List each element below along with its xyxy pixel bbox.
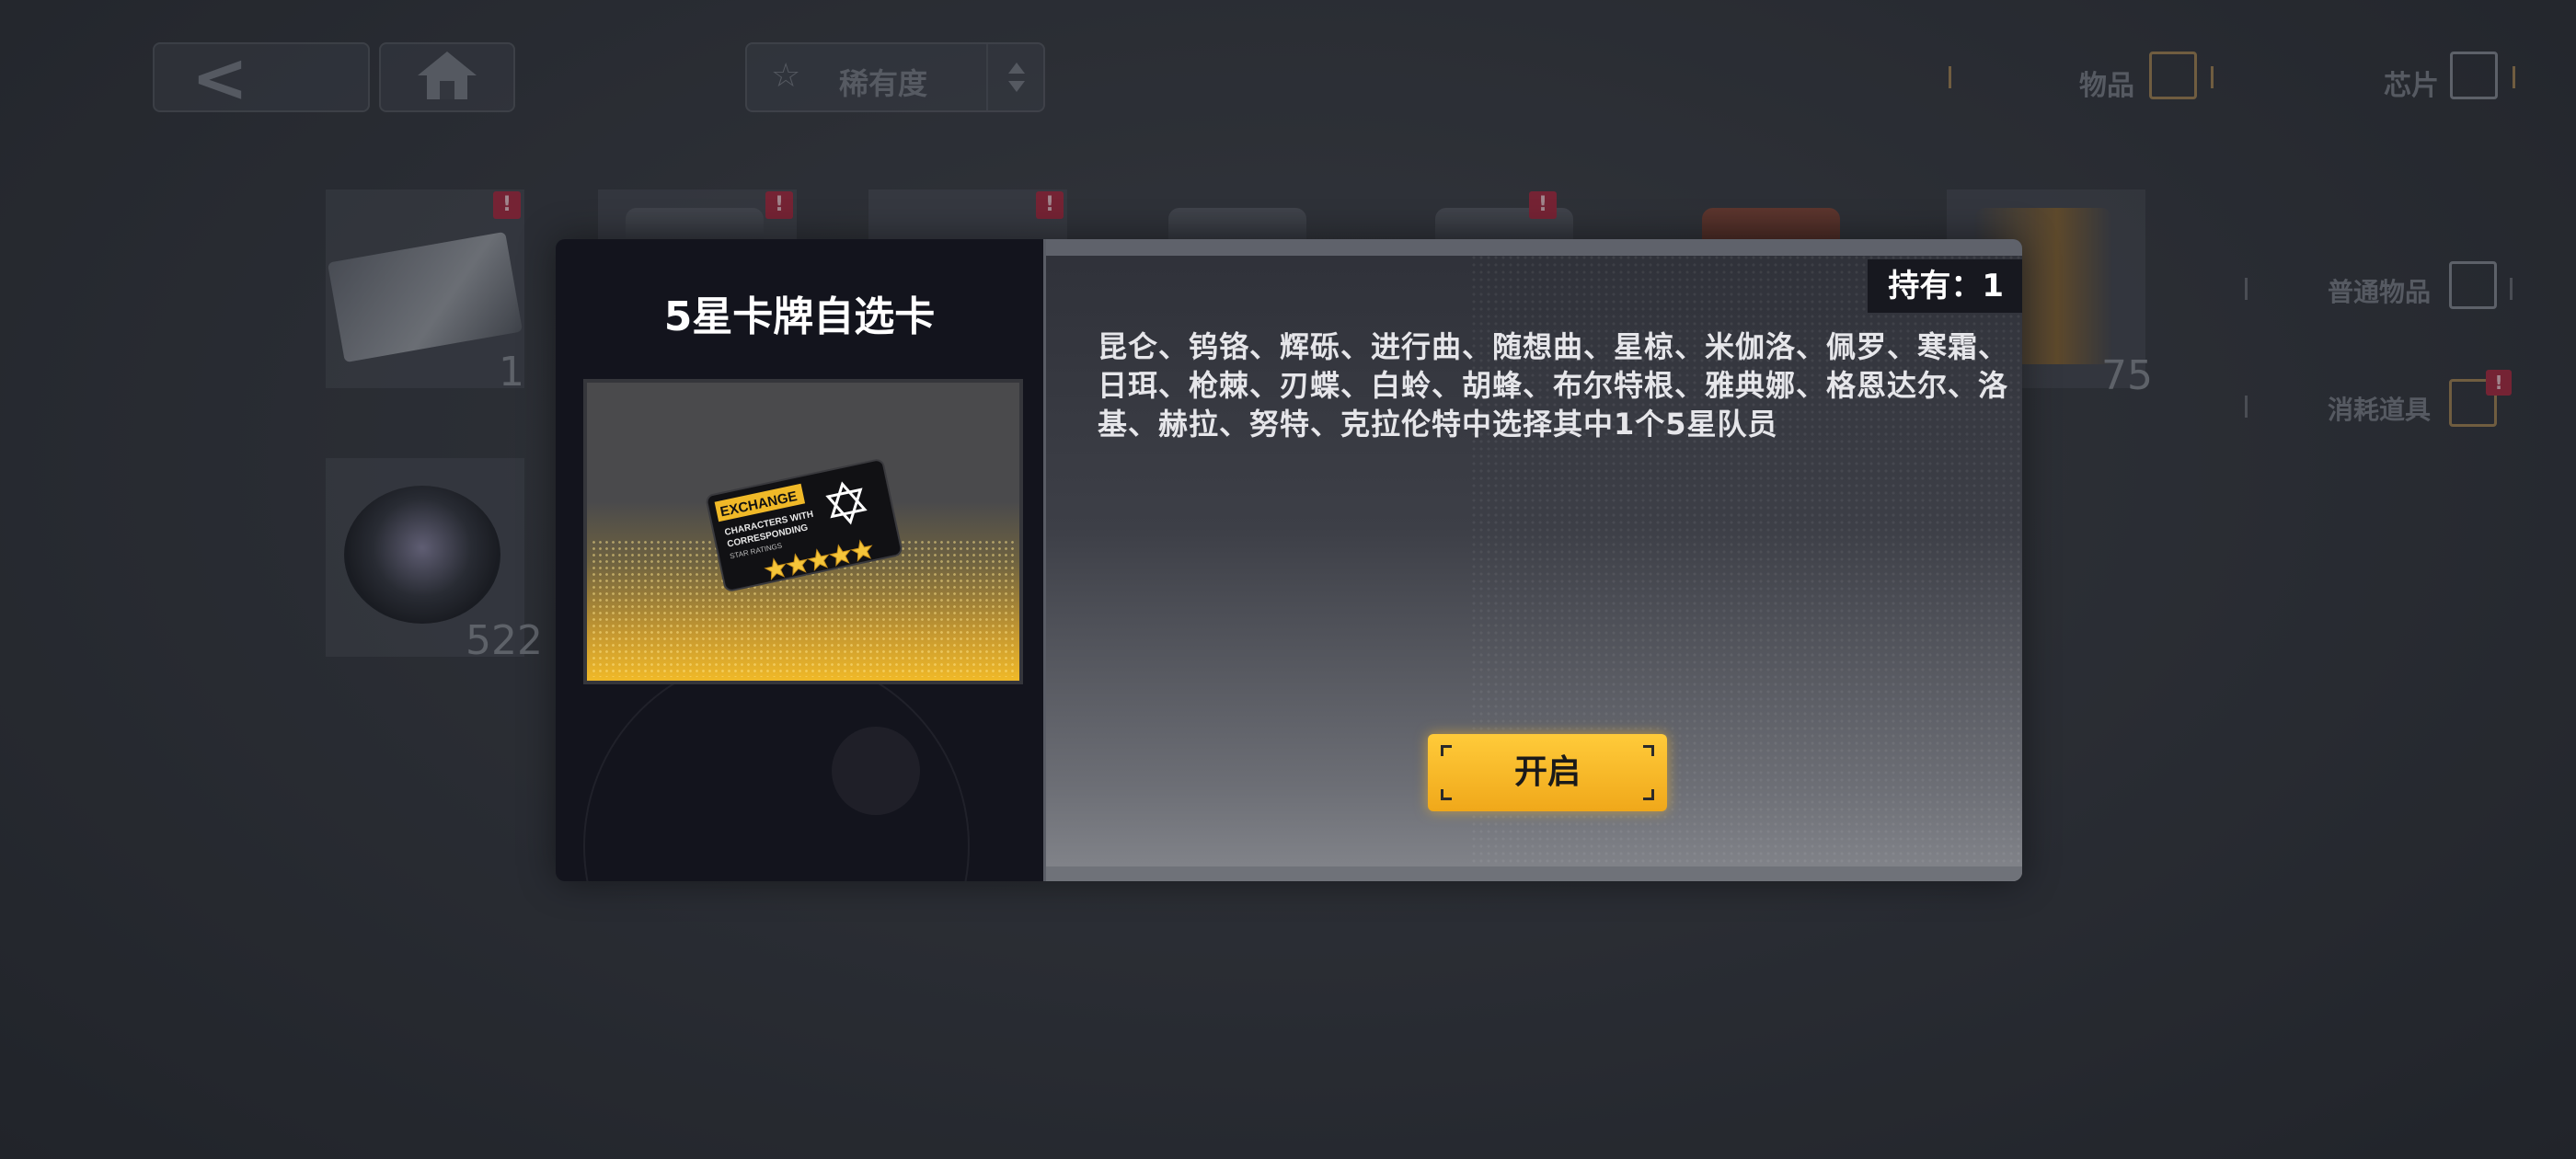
side-tab-consumables[interactable]: 消耗道具 ! <box>2245 370 2521 440</box>
sort-label: 稀有度 <box>839 66 928 101</box>
open-button[interactable]: 开启 <box>1428 734 1667 811</box>
owned-value: 1 <box>1982 268 2004 304</box>
tab-items[interactable]: 物品 <box>1941 46 2197 110</box>
item-name: 5星卡牌自选卡 <box>663 293 936 340</box>
arrow-up-icon <box>1008 63 1025 74</box>
item-count: 75 <box>2101 352 2153 399</box>
item-image: EXCHANGE CHARACTERS WITH CORRESPONDING S… <box>583 379 1023 684</box>
side-tab-normal-items[interactable]: 普通物品 <box>2245 258 2521 322</box>
item-detail-dialog: 5星卡牌自选卡 EXCHANGE CHARACTERS WITH CORRESP… <box>556 239 2022 881</box>
inventory-slot[interactable]: ! 1 <box>326 189 524 396</box>
chip-icon <box>2450 52 2498 99</box>
item-count: 522 <box>466 617 543 664</box>
item-preview-panel: 5星卡牌自选卡 EXCHANGE CHARACTERS WITH CORRESP… <box>556 239 1043 881</box>
owned-label: 持有： <box>1888 268 1983 304</box>
rarity-sort-dropdown[interactable]: ☆ 稀有度 <box>745 42 1045 112</box>
side-tab-consumables-label: 消耗道具 <box>2328 395 2432 425</box>
sort-order-toggle[interactable] <box>986 44 1043 110</box>
tab-items-label: 物品 <box>2079 70 2134 102</box>
back-button[interactable]: < <box>153 39 370 118</box>
item-icon <box>2149 52 2197 99</box>
item-info-panel: 持有：1 昆仑、钨铬、辉砾、进行曲、随想曲、星椋、米伽洛、佩罗、寒霜、日珥、枪棘… <box>1043 239 2022 881</box>
new-badge: ! <box>493 191 521 219</box>
item-count: 1 <box>499 349 524 396</box>
normal-item-icon <box>2449 261 2497 309</box>
side-tab-normal-label: 普通物品 <box>2328 277 2432 307</box>
selector-card-thumbnail <box>327 231 523 363</box>
inventory-screen: < ☆ 稀有度 物品 芯片 普通物品 消耗道具 ! ! 1 ! ! ! 75 5… <box>0 0 2576 1159</box>
new-badge: ! <box>765 191 793 219</box>
home-button[interactable] <box>379 42 515 112</box>
new-badge: ! <box>1036 191 1064 219</box>
tab-chips-label: 芯片 <box>2384 70 2439 102</box>
owned-count: 持有：1 <box>1868 259 2022 313</box>
new-badge: ! <box>1529 191 1557 219</box>
new-badge: ! <box>2486 370 2512 396</box>
selector-card-icon: EXCHANGE CHARACTERS WITH CORRESPONDING S… <box>706 459 903 591</box>
inventory-slot[interactable]: 522 <box>326 458 543 664</box>
arrow-down-icon <box>1008 81 1025 92</box>
open-button-label: 开启 <box>1513 753 1581 791</box>
star-icon: ☆ <box>771 57 801 95</box>
chevron-left-icon: < <box>191 39 249 118</box>
tab-chips[interactable]: 芯片 <box>2203 46 2516 110</box>
lens-thumbnail <box>344 486 500 624</box>
item-description: 昆仑、钨铬、辉砾、进行曲、随想曲、星椋、米伽洛、佩罗、寒霜、日珥、枪棘、刃蝶、白… <box>1098 329 2009 442</box>
home-icon <box>418 52 477 103</box>
decorative-dot <box>832 727 920 815</box>
